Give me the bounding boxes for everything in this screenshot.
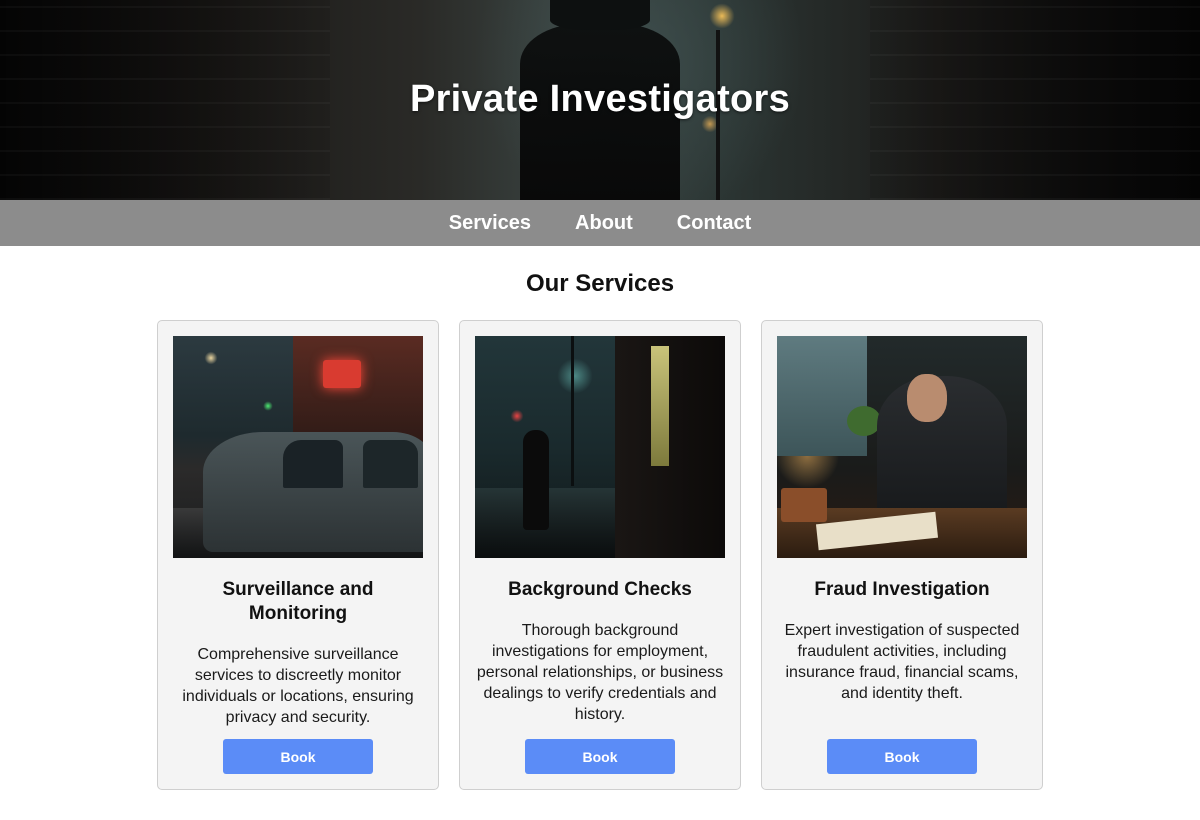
- page-title: Private Investigators: [409, 78, 791, 120]
- image-box: [781, 488, 827, 522]
- image-neon-sign: [323, 360, 361, 388]
- service-card-title: Background Checks: [508, 579, 692, 600]
- book-button-background-checks[interactable]: Book: [525, 739, 675, 774]
- service-card-surveillance: Surveillance and Monitoring Comprehensiv…: [157, 320, 439, 790]
- services-section: Our Services Surveillance and Monitoring…: [0, 270, 1200, 790]
- image-investigator-head: [907, 374, 947, 422]
- service-card-fraud-investigation: Fraud Investigation Expert investigation…: [761, 320, 1043, 790]
- book-button-surveillance[interactable]: Book: [223, 739, 373, 774]
- image-car-window-rear: [363, 440, 418, 488]
- image-wall: [615, 336, 725, 558]
- service-cards: Surveillance and Monitoring Comprehensiv…: [0, 320, 1200, 790]
- image-lamp-post: [571, 336, 574, 486]
- service-card-description: Comprehensive surveillance services to d…: [182, 646, 414, 726]
- hero-banner: Private Investigators: [0, 0, 1200, 200]
- service-card-title: Surveillance and Monitoring: [222, 579, 374, 624]
- hero-detective-hat: [550, 0, 650, 30]
- nav-link-contact[interactable]: Contact: [677, 212, 751, 235]
- image-lit-window: [651, 346, 669, 466]
- service-card-background-checks: Background Checks Thorough background in…: [459, 320, 741, 790]
- image-building: [293, 336, 423, 446]
- service-card-title: Fraud Investigation: [814, 579, 990, 600]
- book-button-fraud-investigation[interactable]: Book: [827, 739, 977, 774]
- image-window: [777, 336, 867, 456]
- service-card-description: Expert investigation of suspected fraudu…: [784, 622, 1020, 702]
- main-nav: Services About Contact: [0, 200, 1200, 246]
- surveillance-image: [173, 336, 423, 558]
- background-checks-image: [475, 336, 725, 558]
- services-heading: Our Services: [525, 270, 675, 297]
- image-car-window: [283, 440, 343, 488]
- nav-link-about[interactable]: About: [575, 212, 633, 235]
- image-person-silhouette: [523, 430, 549, 530]
- service-card-description: Thorough background investigations for e…: [476, 622, 724, 723]
- fraud-investigation-image: [777, 336, 1027, 558]
- nav-link-services[interactable]: Services: [449, 212, 531, 235]
- image-plant: [847, 406, 881, 436]
